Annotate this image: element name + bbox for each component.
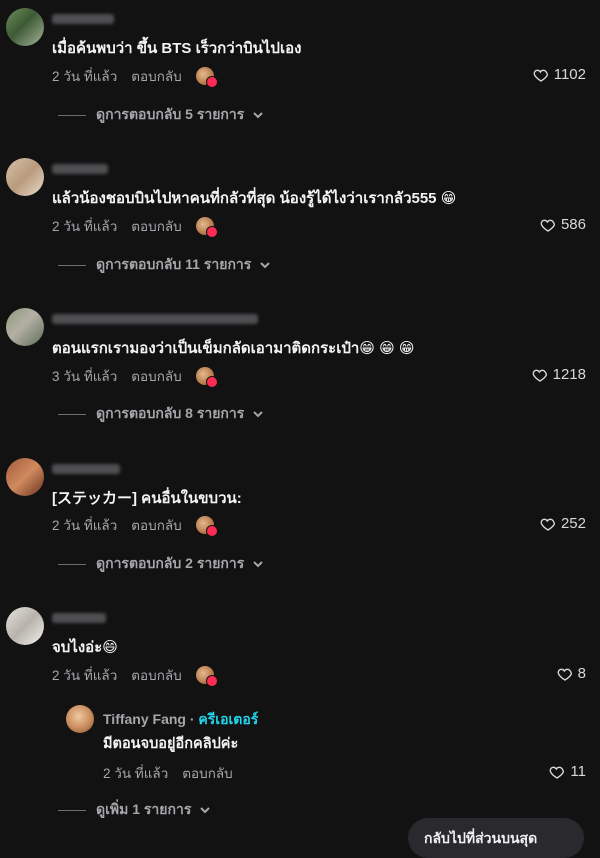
like-count: 1102 [553,66,586,83]
heart-icon [540,219,556,232]
reply-button[interactable]: ตอบกลับ [131,514,181,536]
divider-line [58,413,86,415]
comment-time: 3 วัน ที่แล้ว [52,369,118,384]
reply-button[interactable]: ตอบกลับ [131,365,181,387]
like-count: 11 [570,763,586,780]
avatar[interactable] [6,8,44,46]
reply-like-button[interactable]: 11 [549,763,586,780]
comment-meta: 2 วัน ที่แล้ว ตอบกลับ [52,215,218,238]
like-button[interactable]: 1218 [532,366,586,383]
view-replies-button[interactable]: ดูการตอบกลับ 8 รายการ [58,403,264,425]
like-count: 586 [560,216,586,233]
heart-icon [557,668,572,681]
reply-text: มีตอนจบอยู่อีกคลิปค่ะ [103,736,239,752]
comment-text: แล้วน้องชอบบินไปหาคนที่กลัวที่สุด น้องรู… [52,190,457,207]
chevron-down-icon [253,561,264,568]
divider-line [58,114,86,116]
avatar[interactable] [6,458,44,496]
reply-button[interactable]: ตอบกลับ [131,215,181,237]
heart-icon [532,369,547,382]
view-replies-label: ดูการตอบกลับ 5 รายการ [96,106,245,122]
like-button[interactable]: 1102 [533,66,586,83]
chevron-down-icon [253,411,264,418]
view-replies-label: ดูการตอบกลับ 11 รายการ [96,256,252,272]
heart-icon [533,69,548,82]
creator-avatar[interactable] [66,705,94,733]
divider-line [58,563,86,565]
comment-meta: 2 วัน ที่แล้ว ตอบกลับ [52,664,218,687]
creator-liked-icon [195,516,218,537]
reply-meta: 2 วัน ที่แล้ว ตอบกลับ [103,762,233,784]
view-replies-button[interactable]: ดูการตอบกลับ 11 รายการ [58,254,271,276]
name-separator: · [185,711,199,727]
like-button[interactable]: 252 [540,515,586,532]
comment-time: 2 วัน ที่แล้ว [52,668,118,683]
comment-text: [ステッカー] คนอื่นในขบวน: [52,490,242,507]
username-blurred[interactable] [52,314,258,324]
comment-text: เมื่อค้นพบว่า ขึ้น BTS เร็วกว่าบินไปเอง [52,40,302,57]
view-more-label: ดูเพิ่ม 1 รายการ [96,801,192,817]
creator-name: Tiffany Fang [103,711,186,727]
comment-meta: 2 วัน ที่แล้ว ตอบกลับ [52,65,218,88]
chevron-down-icon [253,112,264,119]
like-count: 252 [560,515,586,532]
creator-liked-icon [195,217,218,238]
avatar[interactable] [6,607,44,645]
view-replies-button[interactable]: ดูการตอบกลับ 5 รายการ [58,104,264,126]
view-more-button[interactable]: ดูเพิ่ม 1 รายการ [58,799,211,821]
avatar[interactable] [6,158,44,196]
creator-badge: ครีเอเตอร์ [198,711,259,727]
back-to-top-button[interactable]: กลับไปที่ส่วนบนสุด [408,818,584,858]
creator-liked-icon [195,67,218,88]
heart-icon [540,518,556,531]
like-button[interactable]: 586 [540,216,586,233]
divider-line [58,264,86,266]
chevron-down-icon [260,262,271,269]
reply-author[interactable]: Tiffany Fang · ครีเอเตอร์ [103,709,258,731]
chevron-down-icon [200,807,211,814]
like-count: 8 [577,665,586,682]
comment-meta: 2 วัน ที่แล้ว ตอบกลับ [52,514,218,537]
view-replies-button[interactable]: ดูการตอบกลับ 2 รายการ [58,553,264,575]
creator-liked-icon [195,666,218,687]
reply-button[interactable]: ตอบกลับ [182,762,232,784]
username-blurred[interactable] [52,613,106,623]
heart-icon [550,766,565,779]
username-blurred[interactable] [52,164,108,174]
reply-time: 2 วัน ที่แล้ว [103,766,169,781]
like-button[interactable]: 8 [557,665,586,682]
comment-time: 2 วัน ที่แล้ว [52,219,118,234]
like-count: 1218 [552,366,586,383]
view-replies-label: ดูการตอบกลับ 8 รายการ [96,405,245,421]
username-blurred[interactable] [52,14,114,24]
reply-button[interactable]: ตอบกลับ [131,664,181,686]
comment-time: 2 วัน ที่แล้ว [52,69,118,84]
view-replies-label: ดูการตอบกลับ 2 รายการ [96,555,245,571]
comment-text: ตอนแรกเรามองว่าเป็นเข็มกลัดเอามาติดกระเป… [52,340,415,357]
comment-time: 2 วัน ที่แล้ว [52,518,118,533]
comment-meta: 3 วัน ที่แล้ว ตอบกลับ [52,365,218,388]
divider-line [58,809,86,811]
comment-text: จบไงอ่ะ😄 [52,639,118,656]
username-blurred[interactable] [52,464,120,474]
avatar[interactable] [6,308,44,346]
reply-button[interactable]: ตอบกลับ [131,65,181,87]
creator-liked-icon [195,367,218,388]
